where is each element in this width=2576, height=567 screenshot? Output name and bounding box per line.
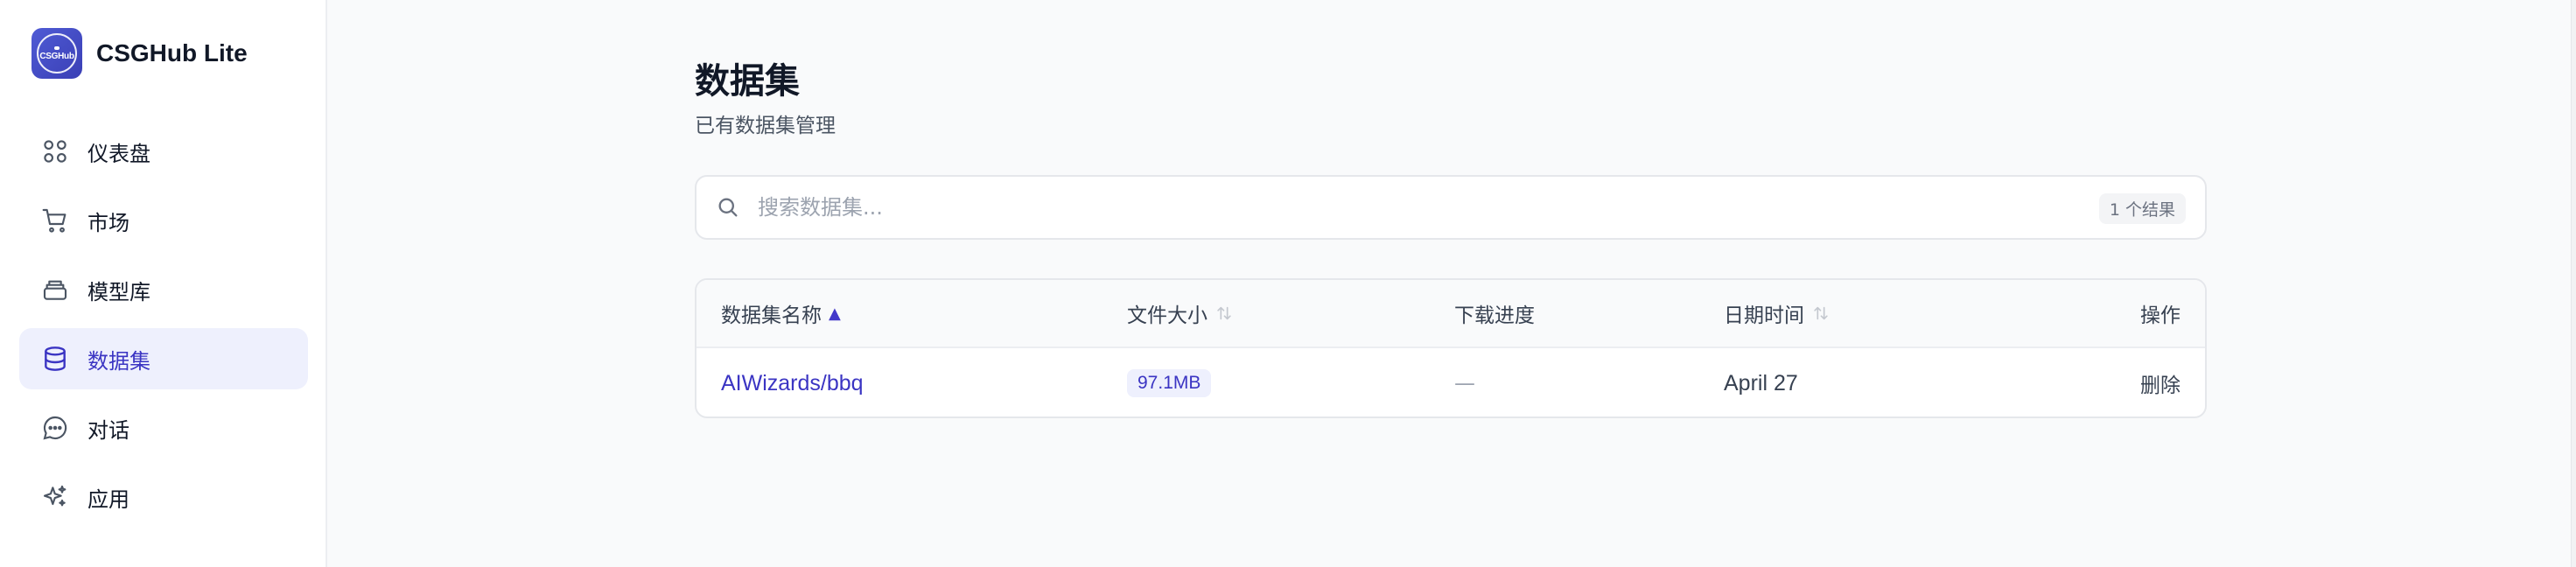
dataset-name-cell: AIWizards/bbq [721, 348, 864, 416]
app-logo: CSGHub [32, 28, 82, 79]
column-header-label: 操作 [2140, 304, 2180, 327]
column-header-progress: 下载进度 [1454, 280, 1535, 346]
progress-value: — [1454, 371, 1475, 396]
datasets-table: 数据集名称 ▲ 文件大小 下载进度 日期时间 操作 AIWizards/bbq … [695, 278, 2207, 418]
sidebar-item-chat[interactable]: 对话 [19, 397, 308, 458]
sidebar-item-label: 市场 [88, 210, 130, 235]
model-library-icon [40, 275, 70, 304]
delete-button[interactable]: 删除 [2140, 368, 2180, 398]
column-header-actions: 操作 [2140, 280, 2180, 346]
sidebar-item-market[interactable]: 市场 [19, 190, 308, 251]
column-header-label: 日期时间 [1724, 304, 1804, 327]
logo-ring: CSGHub [37, 33, 77, 74]
logo-dot [54, 46, 60, 50]
size-badge: 97.1MB [1127, 369, 1212, 397]
result-count-badge: 1 个结果 [2098, 193, 2186, 224]
brand[interactable]: CSGHub CSGHub Lite [32, 28, 248, 79]
column-header-label: 文件大小 [1127, 304, 1208, 327]
sidebar-item-label: 模型库 [88, 279, 150, 304]
table-row: AIWizards/bbq 97.1MB — April 27 删除 [696, 348, 2205, 416]
sidebar-item-label: 仪表盘 [88, 141, 150, 166]
column-header-name[interactable]: 数据集名称 ▲ [721, 280, 841, 346]
search-box: 1 个结果 [695, 175, 2207, 240]
sidebar-item-label: 数据集 [88, 348, 150, 374]
column-header-size[interactable]: 文件大小 [1127, 280, 1234, 346]
dashboard-icon [40, 136, 70, 166]
sidebar-item-datasets[interactable]: 数据集 [19, 328, 308, 389]
sort-icon [1814, 306, 1828, 320]
dataset-progress-cell: — [1454, 348, 1475, 416]
sidebar-nav: 仪表盘 市场 模型库 数据集 对话 应用 [19, 121, 308, 536]
logo-text: CSGHub [39, 51, 74, 61]
sort-icon [1217, 306, 1231, 320]
column-header-label: 下载进度 [1454, 304, 1535, 327]
chat-icon [40, 413, 70, 443]
window-edge [2571, 0, 2576, 567]
database-icon [40, 344, 70, 374]
cart-icon [40, 206, 70, 235]
sidebar-item-label: 应用 [88, 486, 130, 512]
sidebar-item-model-library[interactable]: 模型库 [19, 259, 308, 320]
page-title: 数据集 [695, 61, 800, 102]
column-header-date[interactable]: 日期时间 [1724, 280, 1830, 346]
table-header: 数据集名称 ▲ 文件大小 下载进度 日期时间 操作 [696, 280, 2205, 348]
sidebar-item-label: 对话 [88, 417, 130, 443]
dataset-link[interactable]: AIWizards/bbq [721, 371, 864, 396]
column-header-label: 数据集名称 [721, 304, 822, 327]
dataset-date-cell: April 27 [1724, 348, 1798, 416]
sort-ascending-icon: ▲ [829, 304, 841, 323]
date-value: April 27 [1724, 370, 1798, 396]
sidebar-item-dashboard[interactable]: 仪表盘 [19, 121, 308, 182]
sidebar: CSGHub CSGHub Lite 仪表盘 市场 模型库 数据集 对话 应用 [0, 0, 327, 567]
dataset-action-cell: 删除 [2140, 348, 2180, 416]
search-icon [718, 198, 738, 217]
dataset-size-cell: 97.1MB [1127, 348, 1212, 416]
sidebar-item-apps[interactable]: 应用 [19, 466, 308, 528]
sparkles-icon [40, 482, 70, 512]
app-name: CSGHub Lite [96, 39, 248, 66]
page-subtitle: 已有数据集管理 [695, 115, 836, 137]
search-input[interactable] [758, 195, 1983, 220]
